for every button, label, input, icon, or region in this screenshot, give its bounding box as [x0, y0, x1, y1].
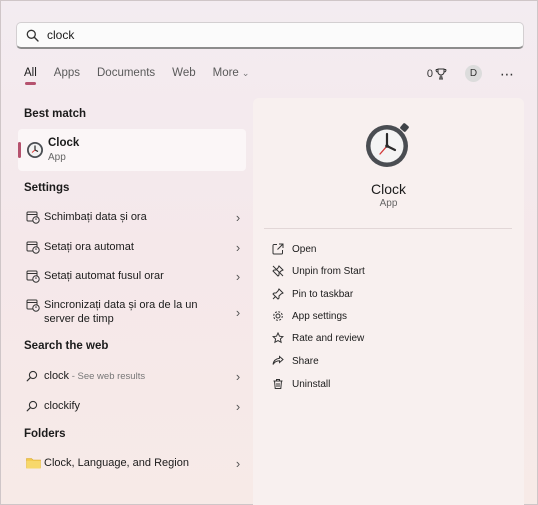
tab-more-label: More	[212, 67, 239, 79]
calendar-clock-icon	[18, 210, 44, 224]
search-box[interactable]	[16, 22, 524, 49]
trophy-icon	[435, 68, 447, 79]
settings-item-label: Schimbați data și ora	[44, 211, 147, 223]
list-item[interactable]: Schimbați data și ora ›	[18, 209, 246, 225]
pin-to-taskbar-action[interactable]: Pin to taskbar	[272, 288, 353, 300]
chevron-right-icon: ›	[235, 268, 241, 284]
pin-to-taskbar-label: Pin to taskbar	[292, 288, 354, 300]
folder-item-label: Clock, Language, and Region	[44, 457, 189, 469]
more-options-icon[interactable]: ⋯	[500, 67, 515, 81]
rate-and-review-action[interactable]: Rate and review	[272, 332, 364, 344]
best-match-type: App	[48, 152, 66, 163]
list-item[interactable]: Setați ora automat ›	[18, 239, 246, 255]
list-item[interactable]: clock - See web results ›	[18, 368, 246, 384]
web-item-hint: - See web results	[69, 370, 146, 382]
share-label: Share	[292, 355, 319, 367]
app-settings-label: App settings	[292, 310, 348, 322]
search-input[interactable]	[47, 23, 487, 47]
chevron-right-icon: ›	[235, 398, 241, 414]
unpin-from-start-label: Unpin from Start	[292, 265, 365, 277]
chevron-right-icon: ›	[235, 239, 241, 255]
gear-icon	[272, 310, 292, 322]
pin-icon	[272, 288, 292, 300]
settings-item-label: Sincronizați data și ora de la un server…	[44, 299, 198, 325]
open-icon	[272, 243, 292, 255]
selection-indicator	[18, 142, 21, 158]
uninstall-action[interactable]: Uninstall	[272, 378, 330, 390]
header-actions: 0 D ⋯	[427, 65, 515, 82]
uninstall-label: Uninstall	[292, 378, 331, 390]
list-item[interactable]: Clock, Language, and Region ›	[18, 455, 246, 471]
calendar-clock-icon	[18, 269, 44, 283]
avatar[interactable]: D	[465, 65, 482, 82]
open-label: Open	[292, 243, 317, 255]
calendar-clock-icon	[18, 297, 44, 312]
share-icon	[272, 355, 292, 367]
rewards-points[interactable]: 0	[427, 68, 447, 80]
points-count: 0	[426, 67, 433, 80]
search-icon	[18, 370, 44, 382]
chevron-right-icon: ›	[235, 368, 241, 384]
best-match-name: Clock	[48, 137, 80, 149]
unpin-from-start-action[interactable]: Unpin from Start	[272, 265, 365, 277]
divider	[264, 228, 512, 229]
app-settings-action[interactable]: App settings	[272, 310, 347, 322]
search-icon	[17, 23, 47, 47]
search-icon	[18, 400, 44, 412]
trash-icon	[272, 378, 292, 390]
chevron-down-icon: ⌄	[241, 68, 250, 78]
tab-all[interactable]: All	[24, 67, 37, 85]
preview-app-name: Clock	[370, 181, 406, 197]
chevron-right-icon: ›	[235, 209, 241, 225]
share-action[interactable]: Share	[272, 355, 319, 367]
settings-item-label: Setați ora automat	[44, 241, 134, 253]
section-folders: Folders	[24, 428, 66, 440]
calendar-clock-icon	[18, 240, 44, 254]
list-item[interactable]: Sincronizați data și ora de la un server…	[18, 297, 246, 327]
filter-tabs: All Apps Documents Web More ⌄	[24, 67, 266, 85]
unpin-icon	[272, 265, 292, 277]
web-item-label: clock	[44, 369, 70, 382]
section-search-web: Search the web	[24, 340, 109, 352]
clock-icon	[18, 141, 48, 159]
star-icon	[272, 332, 292, 344]
section-settings: Settings	[24, 182, 70, 194]
best-match-item[interactable]: Clock App	[18, 129, 246, 171]
rate-and-review-label: Rate and review	[292, 332, 365, 344]
clock-icon	[365, 122, 411, 171]
list-item[interactable]: Setați automat fusul orar ›	[18, 268, 246, 284]
tab-apps[interactable]: Apps	[54, 67, 80, 79]
open-action[interactable]: Open	[272, 243, 316, 255]
list-item[interactable]: clockify ›	[18, 398, 246, 414]
preview-app-type: App	[379, 198, 398, 209]
tab-web[interactable]: Web	[172, 67, 195, 79]
start-search-window: All Apps Documents Web More⌄ 0 D ⋯ Best …	[0, 0, 538, 505]
folder-icon	[18, 457, 44, 469]
settings-item-label: Setați automat fusul orar	[44, 270, 164, 282]
tab-more[interactable]: More ⌄	[213, 67, 250, 79]
web-item-label: clockify	[44, 400, 81, 412]
section-best-match: Best match	[24, 108, 86, 120]
chevron-right-icon: ›	[235, 455, 241, 471]
chevron-right-icon: ›	[235, 304, 241, 320]
tab-documents[interactable]: Documents	[97, 67, 155, 79]
